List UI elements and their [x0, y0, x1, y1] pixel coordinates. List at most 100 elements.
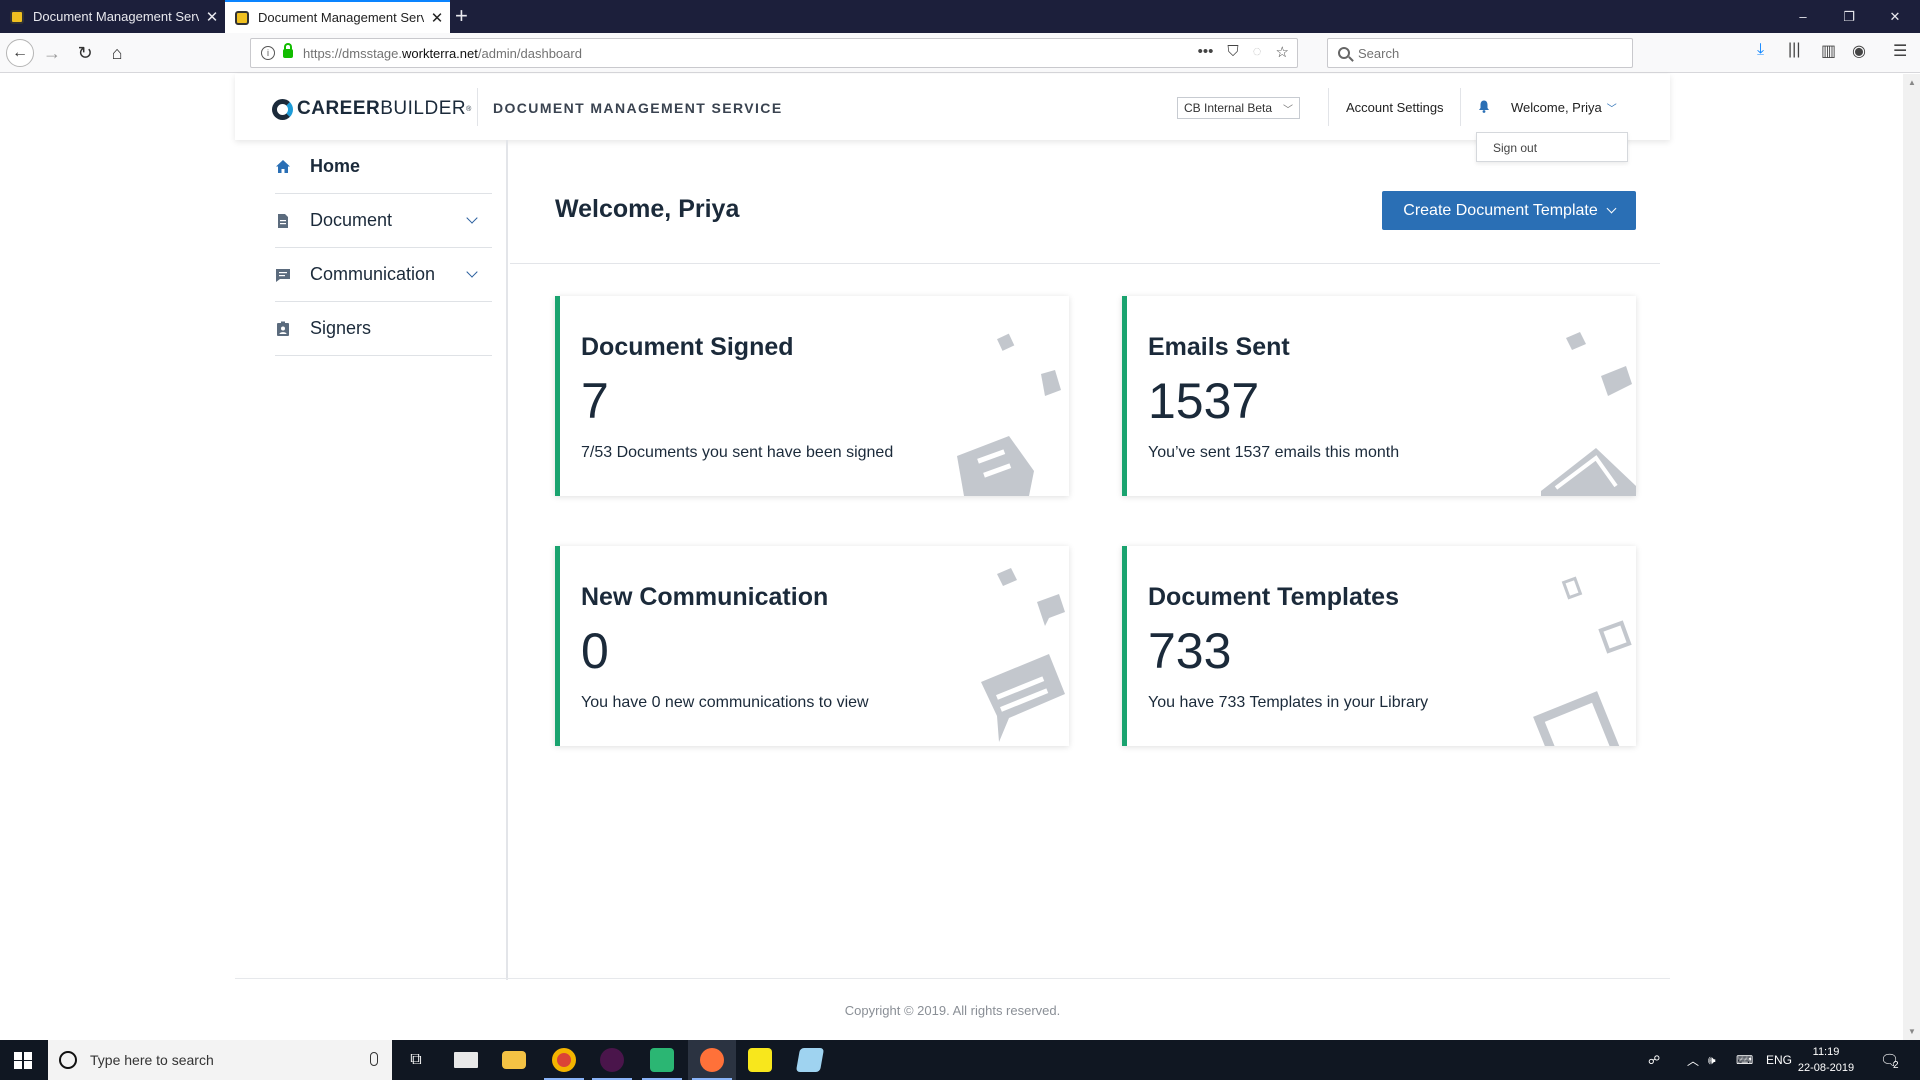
card-title: Emails Sent [1148, 333, 1290, 361]
notification-center-icon[interactable]: 🗨 2 [1880, 1040, 1899, 1080]
stat-card-emails-sent[interactable]: Emails Sent 1537 You’ve sent 1537 emails… [1122, 296, 1636, 496]
signed-document-icon [957, 333, 1061, 496]
document-icon [278, 213, 288, 228]
chevron-down-icon: ﹀ [1283, 105, 1293, 116]
bell-icon[interactable] [1478, 100, 1490, 113]
vertical-scrollbar[interactable]: ▲ ▼ [1903, 74, 1920, 1040]
stat-card-document-signed[interactable]: Document Signed 7 7/53 Documents you sen… [555, 296, 1069, 496]
minimize-button[interactable]: – [1780, 0, 1826, 33]
user-dropdown: Sign out [1476, 132, 1628, 162]
microphone-icon[interactable] [370, 1052, 378, 1066]
header-divider [477, 88, 478, 126]
url-text[interactable]: https://dmsstage.workterra.net/admin/das… [303, 46, 582, 61]
browser-nav-bar: ← → ↻ ⌂ i https://dmsstage.workterra.net… [0, 33, 1920, 73]
sidebar: Home Document Communication Signers [235, 140, 508, 980]
reader-icon[interactable]: ◌ [1253, 43, 1262, 61]
tab-close-icon[interactable]: ✕ [199, 8, 225, 26]
browser-tab-active[interactable]: Document Management Servic ✕ [225, 0, 450, 33]
back-arrow-icon[interactable]: ← [6, 39, 34, 67]
account-settings-link[interactable]: Account Settings [1346, 100, 1444, 115]
card-value: 1537 [1148, 373, 1260, 429]
tray-expand-icon[interactable]: ︿ [1687, 1040, 1699, 1080]
restore-button[interactable]: ❐ [1826, 0, 1872, 33]
logo-mark-icon [272, 98, 293, 120]
system-clock[interactable]: 11:19 22-08-2019 [1788, 1044, 1864, 1076]
kotlin-app-icon[interactable] [638, 1040, 686, 1080]
close-window-button[interactable]: ✕ [1872, 0, 1918, 33]
stat-card-new-communication[interactable]: New Communication 0 You have 0 new commu… [555, 546, 1069, 746]
menu-icon[interactable]: ☰ [1893, 41, 1907, 61]
envelope-icon [1541, 332, 1636, 496]
new-tab-button[interactable]: + [455, 3, 468, 29]
reload-icon[interactable]: ↻ [71, 39, 99, 67]
home-icon [276, 159, 290, 173]
forward-arrow-icon[interactable]: → [38, 39, 66, 67]
create-document-template-button[interactable]: Create Document Template [1382, 191, 1636, 230]
keyboard-icon[interactable]: ⌨ [1736, 1040, 1753, 1080]
sidebar-item-home[interactable]: Home [275, 140, 492, 194]
people-icon[interactable]: ☍ [1648, 1040, 1660, 1080]
volume-icon[interactable]: 🕪 [1708, 1040, 1716, 1080]
card-title: New Communication [581, 583, 829, 611]
browser-tab-bar: Document Management Servic ✕ Document Ma… [0, 0, 1920, 33]
stat-card-document-templates[interactable]: Document Templates 733 You have 733 Temp… [1122, 546, 1636, 746]
header-divider [1328, 88, 1329, 126]
chrome-icon[interactable] [540, 1040, 588, 1080]
card-value: 733 [1148, 623, 1232, 679]
card-value: 7 [581, 373, 609, 429]
card-value: 0 [581, 623, 609, 679]
browser-search-input[interactable]: Search [1327, 38, 1633, 68]
user-menu[interactable]: Welcome, Priya ﹀ [1511, 100, 1617, 115]
tab-close-icon[interactable]: ✕ [424, 9, 450, 27]
slack-icon[interactable] [588, 1040, 636, 1080]
header-divider [1460, 88, 1461, 126]
search-icon [1338, 47, 1350, 59]
sidebar-item-document[interactable]: Document [275, 194, 492, 248]
sign-out-link[interactable]: Sign out [1493, 141, 1537, 155]
card-description: You’ve sent 1537 emails this month [1148, 444, 1400, 461]
careerbuilder-logo[interactable]: CAREER BUILDER ® [272, 98, 472, 120]
sidebar-item-label: Home [310, 156, 361, 176]
app-title: DOCUMENT MANAGEMENT SERVICE [493, 100, 783, 116]
notepad-icon[interactable] [786, 1040, 834, 1080]
account-icon[interactable]: ◉ [1852, 41, 1866, 61]
sidebar-toggle-icon[interactable]: ▥ [1821, 41, 1836, 61]
windows-start-icon[interactable] [14, 1052, 32, 1069]
scroll-up-icon[interactable]: ▲ [1908, 78, 1916, 87]
task-view-icon[interactable]: ⧉ [392, 1040, 440, 1080]
chevron-down-icon [1606, 203, 1617, 214]
info-icon[interactable]: i [261, 46, 275, 60]
home-icon[interactable]: ⌂ [103, 39, 131, 67]
footer-divider [235, 978, 1670, 979]
favicon-icon [10, 9, 24, 24]
browser-tab[interactable]: Document Management Servic ✕ [0, 0, 225, 33]
favicon-icon [235, 10, 249, 25]
mail-app-icon[interactable] [442, 1040, 490, 1080]
taskbar-search-input[interactable]: Type here to search [48, 1040, 392, 1080]
copyright-text: Copyright © 2019. All rights reserved. [844, 1003, 1061, 1018]
taskbar: Type here to search ⧉ ☍ ︿ 🕪 ⌨ ENG 11:19 … [0, 1040, 1920, 1080]
sidebar-item-signers[interactable]: Signers [275, 302, 492, 356]
chevron-down-icon: ﹀ [1606, 104, 1617, 115]
sidebar-item-label: Communication [310, 264, 436, 284]
firefox-icon[interactable] [688, 1040, 736, 1080]
url-bar[interactable]: i https://dmsstage.workterra.net/admin/d… [250, 38, 1298, 68]
template-icon [1533, 576, 1632, 746]
download-icon[interactable]: ⤓ [1757, 41, 1764, 59]
tenant-select[interactable]: CB Internal Beta ﹀ [1177, 97, 1300, 119]
bookmark-star-icon[interactable]: ☆ [1276, 43, 1289, 61]
chevron-down-icon[interactable] [466, 212, 478, 224]
lock-icon [283, 42, 293, 58]
chevron-down-icon[interactable] [466, 266, 478, 278]
card-description: 7/53 Documents you sent have been signed [581, 444, 894, 461]
sidebar-item-label: Signers [310, 318, 372, 338]
sidebar-item-communication[interactable]: Communication [275, 248, 492, 302]
file-explorer-icon[interactable] [490, 1040, 538, 1080]
pocket-icon[interactable]: ⛉ [1227, 43, 1238, 61]
sticky-notes-icon[interactable] [736, 1040, 784, 1080]
page-actions-icon[interactable]: ••• [1198, 43, 1214, 61]
scroll-down-icon[interactable]: ▼ [1908, 1027, 1916, 1036]
id-badge-icon [277, 321, 289, 336]
library-icon[interactable]: ||| [1788, 41, 1800, 59]
tab-label: Document Management Servic [33, 9, 199, 24]
